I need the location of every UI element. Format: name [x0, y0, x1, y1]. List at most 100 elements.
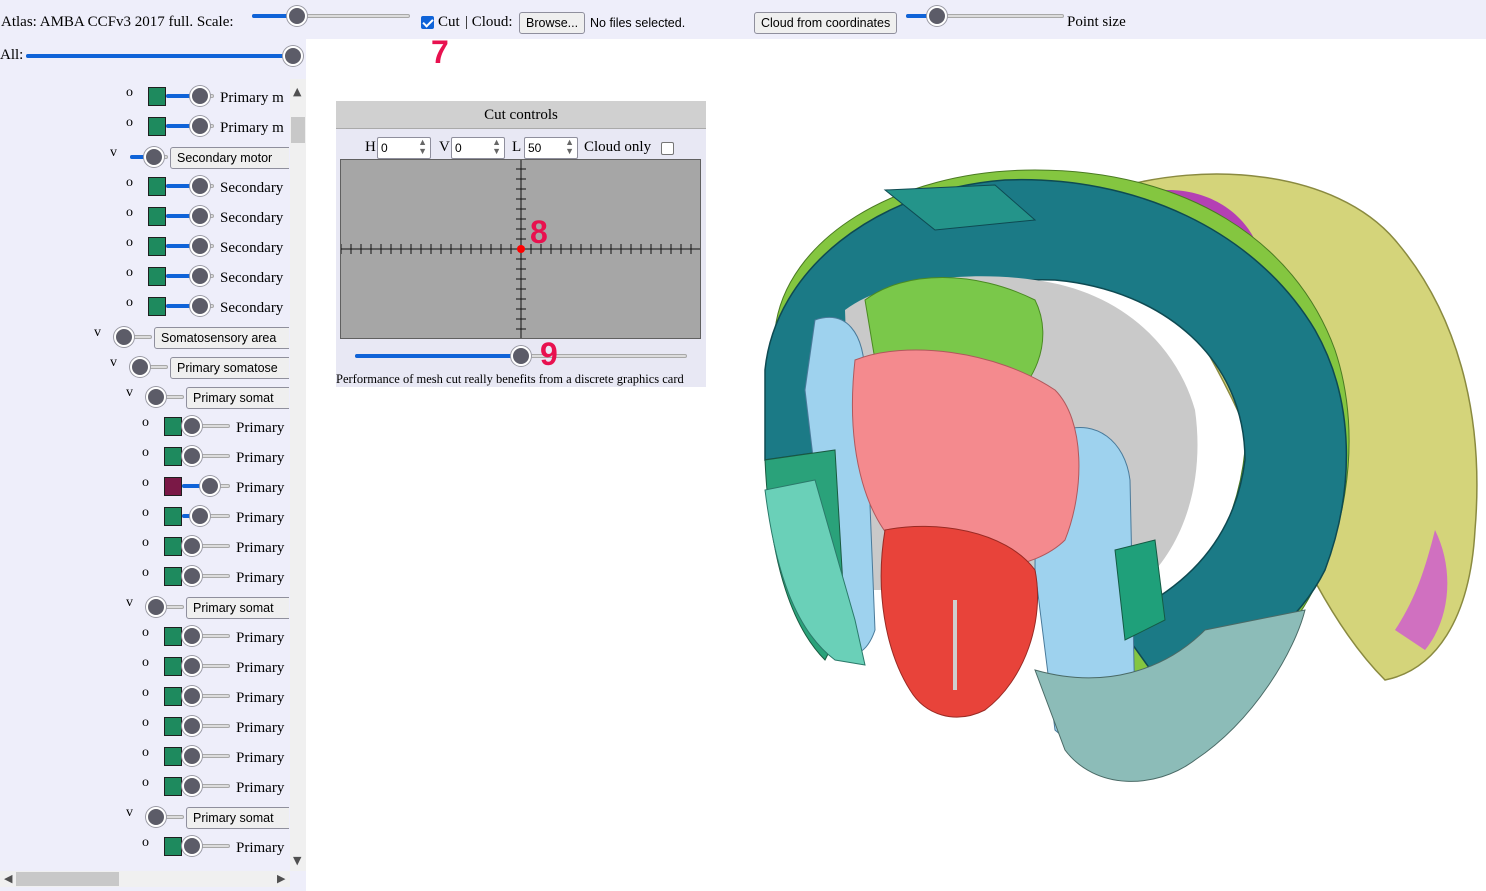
slider-knob[interactable]	[190, 176, 210, 196]
slider-knob[interactable]	[130, 357, 150, 377]
structure-group-button[interactable]: Secondary motor	[170, 147, 289, 169]
expand-toggle[interactable]: v	[126, 595, 133, 611]
slider-knob[interactable]	[146, 387, 166, 407]
cut-depth-slider[interactable]	[355, 346, 687, 366]
color-swatch[interactable]	[164, 447, 182, 466]
slider-knob[interactable]	[190, 236, 210, 256]
color-swatch[interactable]	[164, 567, 182, 586]
slider-knob[interactable]	[182, 446, 202, 466]
scroll-right-icon[interactable]: ▶	[277, 872, 285, 885]
cut-position-marker[interactable]	[517, 245, 525, 253]
slider-knob[interactable]	[190, 206, 210, 226]
color-swatch[interactable]	[148, 297, 166, 316]
slider-knob[interactable]	[182, 536, 202, 556]
expand-toggle[interactable]: v	[126, 805, 133, 821]
structure-opacity-slider[interactable]	[182, 476, 230, 496]
all-opacity-slider[interactable]	[26, 46, 303, 66]
color-swatch[interactable]	[148, 117, 166, 136]
scroll-left-icon[interactable]: ◀	[4, 872, 12, 885]
expand-toggle[interactable]: v	[94, 325, 101, 341]
structure-opacity-slider[interactable]	[182, 536, 230, 556]
structure-group-button[interactable]: Primary somat	[186, 807, 289, 829]
structure-opacity-slider[interactable]	[182, 626, 230, 646]
structure-opacity-slider[interactable]	[182, 506, 230, 526]
color-swatch[interactable]	[164, 417, 182, 436]
slider-knob[interactable]	[511, 346, 531, 366]
vertical-scrollbar[interactable]: ▲ ▼	[290, 79, 306, 871]
structure-opacity-slider[interactable]	[182, 716, 230, 736]
slider-knob[interactable]	[283, 46, 303, 66]
slider-knob[interactable]	[927, 6, 947, 26]
color-swatch[interactable]	[148, 87, 166, 106]
structure-opacity-slider[interactable]	[166, 176, 214, 196]
structure-opacity-slider[interactable]	[182, 656, 230, 676]
structure-opacity-slider[interactable]	[182, 746, 230, 766]
structure-opacity-slider[interactable]	[146, 387, 184, 407]
structure-opacity-slider[interactable]	[182, 446, 230, 466]
scroll-up-icon[interactable]: ▲	[293, 85, 301, 98]
slider-knob[interactable]	[182, 746, 202, 766]
vertical-scroll-thumb[interactable]	[291, 117, 305, 143]
point-size-slider[interactable]	[906, 6, 1064, 26]
l-input[interactable]: 50 ▲ ▼	[524, 137, 578, 159]
v-input[interactable]: 0 ▲ ▼	[451, 137, 505, 159]
structure-opacity-slider[interactable]	[146, 807, 184, 827]
horizontal-scrollbar[interactable]: ◀ ▶	[0, 871, 290, 887]
structure-opacity-slider[interactable]	[130, 147, 168, 167]
color-swatch[interactable]	[164, 717, 182, 736]
scroll-down-icon[interactable]: ▼	[293, 854, 301, 867]
structure-group-button[interactable]: Somatosensory area	[154, 327, 289, 349]
expand-toggle[interactable]: v	[126, 385, 133, 401]
slider-knob[interactable]	[287, 6, 307, 26]
cut-plane-pad[interactable]	[340, 159, 701, 339]
structure-opacity-slider[interactable]	[146, 597, 184, 617]
structure-opacity-slider[interactable]	[114, 327, 152, 347]
structure-opacity-slider[interactable]	[166, 206, 214, 226]
l-stepper-icon[interactable]: ▲ ▼	[565, 138, 574, 156]
slider-knob[interactable]	[190, 266, 210, 286]
brain-3d-view[interactable]	[735, 150, 1485, 795]
structure-group-button[interactable]: Primary somat	[186, 387, 289, 409]
structure-opacity-slider[interactable]	[182, 416, 230, 436]
color-swatch[interactable]	[164, 477, 182, 496]
color-swatch[interactable]	[164, 657, 182, 676]
h-stepper-icon[interactable]: ▲ ▼	[418, 138, 427, 156]
color-swatch[interactable]	[164, 687, 182, 706]
color-swatch[interactable]	[148, 177, 166, 196]
structure-opacity-slider[interactable]	[166, 266, 214, 286]
slider-knob[interactable]	[146, 807, 166, 827]
structure-opacity-slider[interactable]	[182, 776, 230, 796]
structure-opacity-slider[interactable]	[182, 836, 230, 856]
slider-knob[interactable]	[146, 597, 166, 617]
color-swatch[interactable]	[164, 837, 182, 856]
v-stepper-icon[interactable]: ▲ ▼	[492, 138, 501, 156]
cloud-from-coordinates-button[interactable]: Cloud from coordinates	[754, 12, 898, 34]
cloud-only-checkbox[interactable]	[661, 142, 674, 155]
slider-knob[interactable]	[190, 116, 210, 136]
slider-knob[interactable]	[182, 566, 202, 586]
expand-toggle[interactable]: v	[110, 355, 117, 371]
structure-opacity-slider[interactable]	[130, 357, 168, 377]
color-swatch[interactable]	[164, 537, 182, 556]
color-swatch[interactable]	[164, 777, 182, 796]
slider-knob[interactable]	[182, 686, 202, 706]
structure-opacity-slider[interactable]	[182, 566, 230, 586]
structure-opacity-slider[interactable]	[166, 86, 214, 106]
color-swatch[interactable]	[148, 237, 166, 256]
slider-knob[interactable]	[200, 476, 220, 496]
cut-checkbox[interactable]	[421, 16, 434, 29]
structure-group-button[interactable]: Primary somatose	[170, 357, 289, 379]
structure-opacity-slider[interactable]	[166, 236, 214, 256]
slider-knob[interactable]	[182, 716, 202, 736]
slider-knob[interactable]	[190, 296, 210, 316]
structure-opacity-slider[interactable]	[182, 686, 230, 706]
slider-knob[interactable]	[182, 776, 202, 796]
structure-group-button[interactable]: Primary somat	[186, 597, 289, 619]
slider-knob[interactable]	[144, 147, 164, 167]
browse-button[interactable]: Browse...	[519, 12, 586, 34]
color-swatch[interactable]	[164, 627, 182, 646]
structure-opacity-slider[interactable]	[166, 296, 214, 316]
slider-knob[interactable]	[114, 327, 134, 347]
slider-knob[interactable]	[182, 416, 202, 436]
color-swatch[interactable]	[148, 267, 166, 286]
